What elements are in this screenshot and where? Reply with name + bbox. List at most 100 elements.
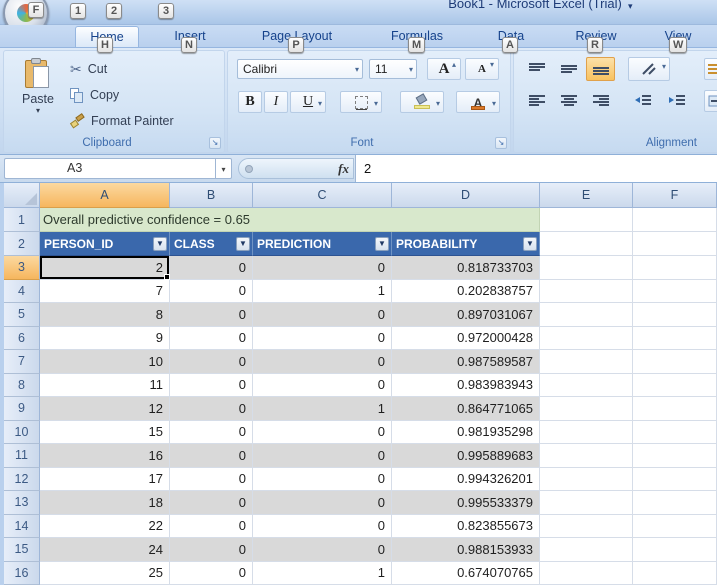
cell[interactable]: 0 <box>253 468 392 492</box>
cell[interactable] <box>540 444 633 468</box>
column-header-b[interactable]: B <box>170 183 253 208</box>
cell[interactable]: 1 <box>253 562 392 585</box>
grow-font-button[interactable]: A ▴ <box>427 58 461 80</box>
align-center-button[interactable] <box>554 89 583 113</box>
cell[interactable] <box>540 280 633 304</box>
table-header-probability[interactable]: PROBABILITY ▼ <box>392 232 540 256</box>
cell[interactable] <box>633 256 717 280</box>
banner-cell[interactable]: Overall predictive confidence = 0.65 <box>40 208 540 232</box>
formula-bar-input[interactable]: 2 <box>355 155 717 182</box>
orientation-button[interactable]: ▾ <box>628 57 670 81</box>
cell[interactable]: 0 <box>253 327 392 351</box>
cell[interactable]: 0 <box>253 374 392 398</box>
cell[interactable] <box>540 327 633 351</box>
cell[interactable] <box>633 468 717 492</box>
cell[interactable]: 0.983983943 <box>392 374 540 398</box>
table-header-prediction[interactable]: PREDICTION ▼ <box>253 232 392 256</box>
cell[interactable]: 0.987589587 <box>392 350 540 374</box>
row-header[interactable]: 7 <box>4 350 40 374</box>
bold-button[interactable]: B <box>238 91 262 113</box>
cell[interactable]: 1 <box>253 397 392 421</box>
cell[interactable] <box>633 515 717 539</box>
fill-color-button[interactable]: ▾ <box>400 91 444 113</box>
cell[interactable] <box>540 208 633 232</box>
cell[interactable]: 0.995889683 <box>392 444 540 468</box>
cell[interactable]: 0.818733703 <box>392 256 540 280</box>
name-box-dropdown-icon[interactable]: ▾ <box>215 158 232 179</box>
cell[interactable] <box>540 232 633 256</box>
cell[interactable]: 9 <box>40 327 170 351</box>
cell[interactable] <box>633 562 717 585</box>
cell[interactable]: 0 <box>170 397 253 421</box>
cell[interactable]: 7 <box>40 280 170 304</box>
merge-center-button-partial[interactable] <box>704 90 717 112</box>
cell[interactable] <box>633 327 717 351</box>
cell[interactable]: 0 <box>170 256 253 280</box>
font-dialog-launcher[interactable]: ↘ <box>495 137 507 149</box>
cell[interactable]: 0.202838757 <box>392 280 540 304</box>
cell[interactable]: 0 <box>170 303 253 327</box>
row-header[interactable]: 2 <box>4 232 40 256</box>
font-size-combo[interactable]: 11 ▾ <box>369 59 417 79</box>
insert-function-button[interactable]: fx <box>338 161 349 177</box>
cell[interactable]: 15 <box>40 421 170 445</box>
cell[interactable]: 2 <box>40 256 170 280</box>
row-header[interactable]: 11 <box>4 444 40 468</box>
cell[interactable] <box>633 280 717 304</box>
clipboard-dialog-launcher[interactable]: ↘ <box>209 137 221 149</box>
column-header-d[interactable]: D <box>392 183 540 208</box>
decrease-indent-button[interactable] <box>628 89 657 113</box>
cell[interactable]: 12 <box>40 397 170 421</box>
cell[interactable]: 0 <box>170 421 253 445</box>
row-header[interactable]: 5 <box>4 303 40 327</box>
cell[interactable] <box>540 468 633 492</box>
font-name-combo[interactable]: Calibri ▾ <box>237 59 363 79</box>
cell[interactable] <box>540 374 633 398</box>
select-all-button[interactable] <box>4 183 40 208</box>
row-header[interactable]: 15 <box>4 538 40 562</box>
cell[interactable]: 0.995533379 <box>392 491 540 515</box>
cell[interactable]: 18 <box>40 491 170 515</box>
row-header[interactable]: 8 <box>4 374 40 398</box>
cell[interactable] <box>540 303 633 327</box>
cell[interactable] <box>540 515 633 539</box>
column-header-c[interactable]: C <box>253 183 392 208</box>
cell[interactable] <box>633 421 717 445</box>
row-header[interactable]: 12 <box>4 468 40 492</box>
cell[interactable] <box>540 538 633 562</box>
underline-button[interactable]: U ▾ <box>290 91 326 113</box>
cell[interactable] <box>633 374 717 398</box>
paste-dropdown-icon[interactable]: ▾ <box>13 106 63 115</box>
row-header[interactable]: 6 <box>4 327 40 351</box>
cell[interactable]: 0.981935298 <box>392 421 540 445</box>
cell[interactable]: 0.988153933 <box>392 538 540 562</box>
font-size-dropdown-icon[interactable]: ▾ <box>409 65 413 74</box>
row-header[interactable]: 1 <box>4 208 40 232</box>
row-header[interactable]: 16 <box>4 562 40 585</box>
align-bottom-button[interactable] <box>586 57 615 81</box>
cell[interactable]: 17 <box>40 468 170 492</box>
paste-button[interactable]: Paste ▾ <box>12 55 64 133</box>
cell[interactable] <box>633 303 717 327</box>
font-color-button[interactable]: A ▾ <box>456 91 500 113</box>
cell[interactable] <box>540 421 633 445</box>
align-middle-button[interactable] <box>554 57 583 81</box>
cell[interactable]: 0.897031067 <box>392 303 540 327</box>
name-box[interactable]: A3 <box>4 158 215 179</box>
cell[interactable]: 0 <box>170 374 253 398</box>
column-header-f[interactable]: F <box>633 183 717 208</box>
cell[interactable] <box>633 350 717 374</box>
filter-dropdown-icon[interactable]: ▼ <box>375 237 389 251</box>
row-header[interactable]: 9 <box>4 397 40 421</box>
cell[interactable]: 0 <box>170 491 253 515</box>
cell[interactable]: 0.972000428 <box>392 327 540 351</box>
cell[interactable] <box>633 397 717 421</box>
cell[interactable]: 0 <box>253 421 392 445</box>
cell[interactable]: 0 <box>253 444 392 468</box>
cell[interactable]: 22 <box>40 515 170 539</box>
table-header-class[interactable]: CLASS ▼ <box>170 232 253 256</box>
row-header[interactable]: 4 <box>4 280 40 304</box>
cell[interactable]: 0 <box>170 468 253 492</box>
cell[interactable] <box>633 444 717 468</box>
borders-button[interactable]: ▾ <box>340 91 382 113</box>
